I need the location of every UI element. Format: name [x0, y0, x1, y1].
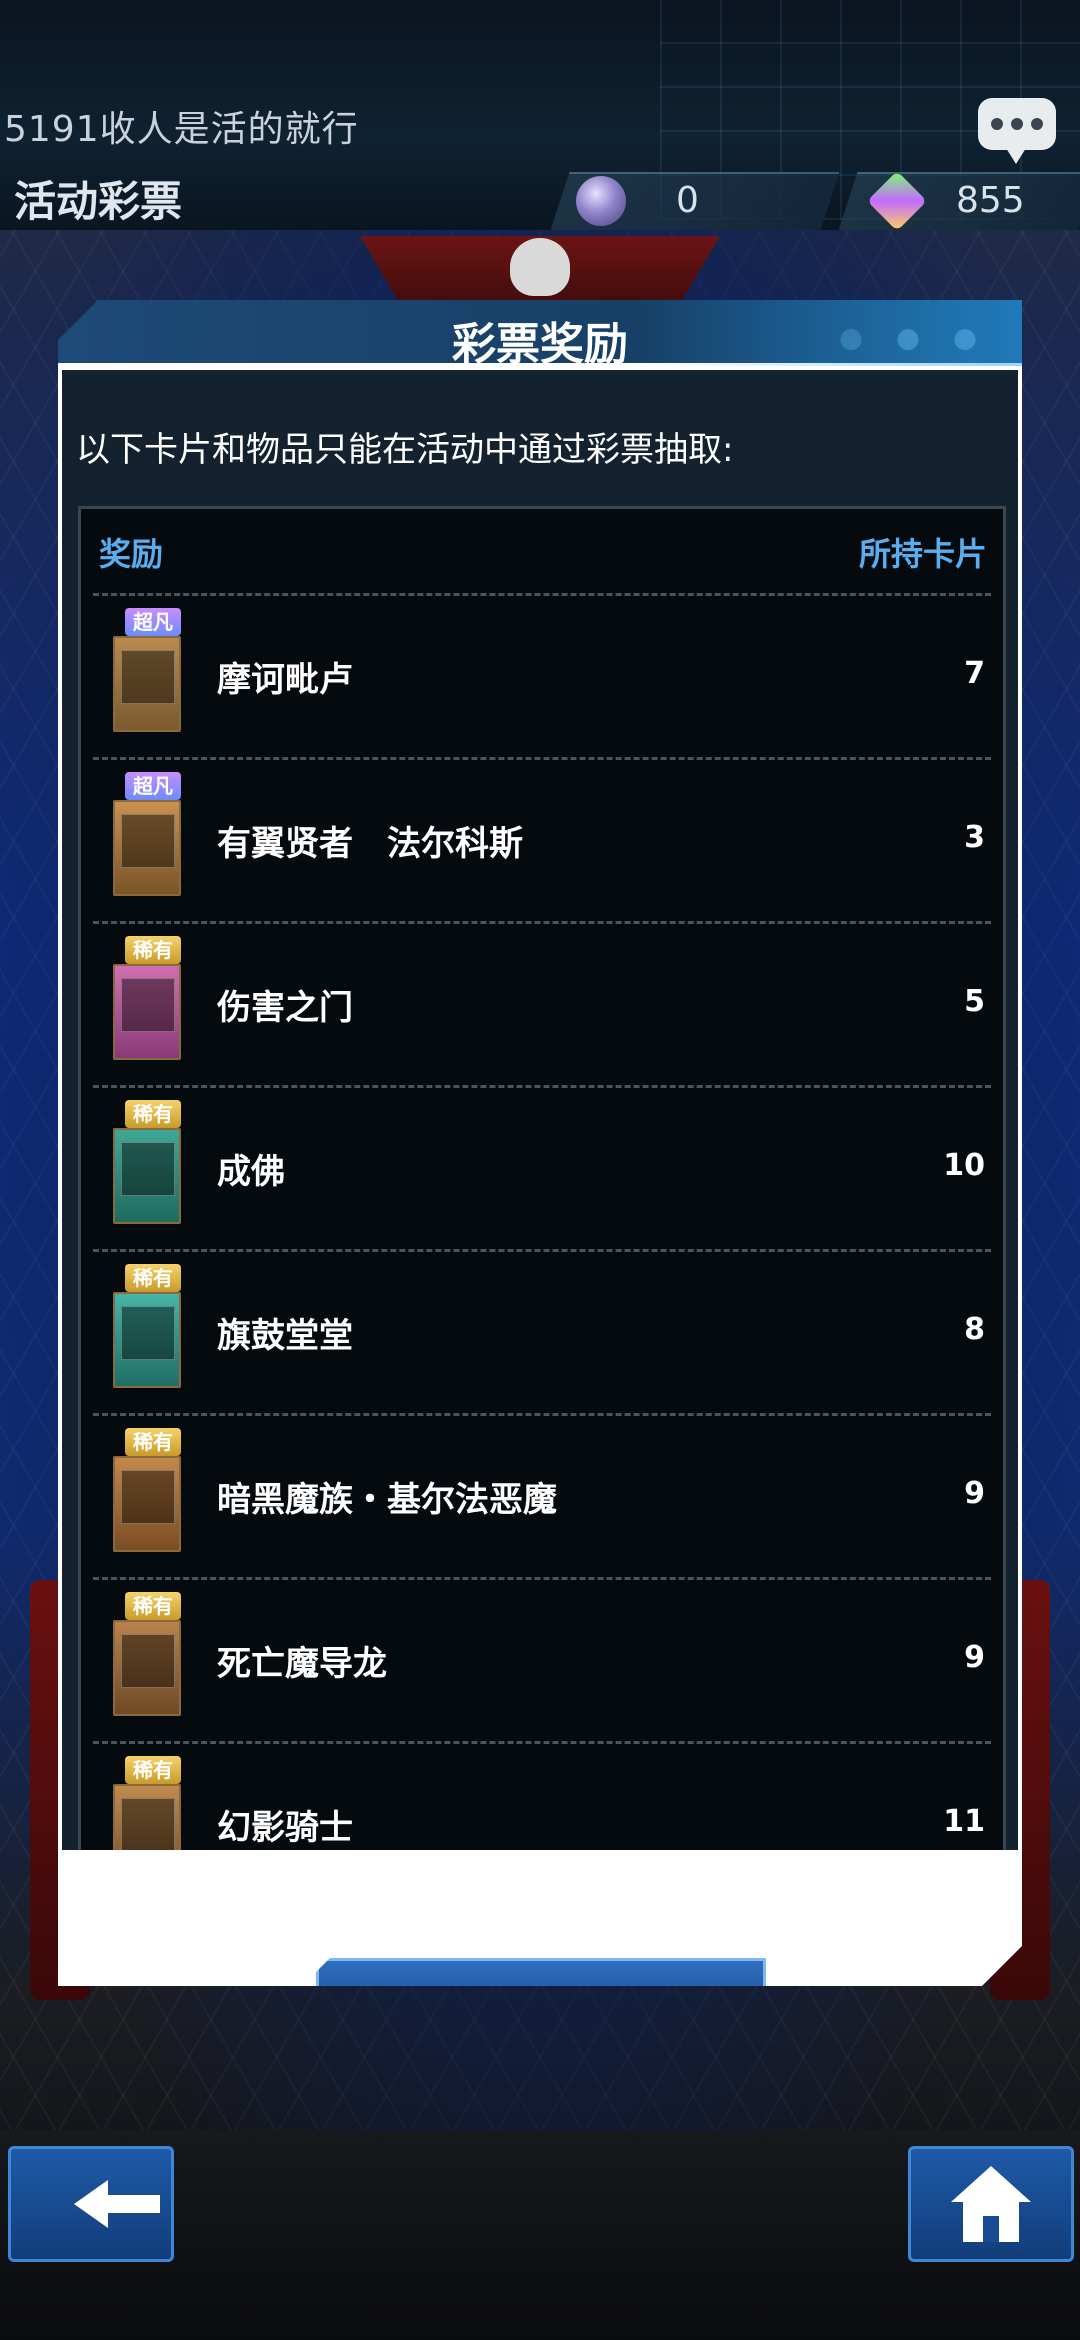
lottery-rewards-dialog: 彩票奖励 以下卡片和物品只能在活动中通过彩票抽取: 奖励 所持卡片 超凡 摩诃毗… [58, 300, 1022, 2050]
card-name: 成佛 [217, 1152, 285, 1192]
card-name: 死亡魔导龙 [217, 1644, 387, 1684]
card-thumbnail[interactable] [113, 964, 181, 1060]
orb-icon [576, 176, 626, 226]
card-name: 有翼贤者 法尔科斯 [217, 824, 523, 864]
list-item[interactable]: 稀有 暗黑魔族・基尔法恶魔 9 [93, 1413, 991, 1577]
owned-count: 7 [964, 656, 985, 691]
list-item[interactable]: 超凡 有翼贤者 法尔科斯 3 [93, 757, 991, 921]
list-item[interactable]: 稀有 幻影骑士 11 [93, 1741, 991, 1850]
home-icon [951, 2166, 1031, 2242]
reward-list[interactable]: 奖励 所持卡片 超凡 摩诃毗卢 7 超凡 有翼贤者 法尔科斯 3 稀有 伤害之门… [78, 506, 1006, 1850]
card-name: 旗鼓堂堂 [217, 1316, 353, 1356]
card-thumbnail[interactable] [113, 1620, 181, 1716]
owned-count: 5 [964, 984, 985, 1019]
card-thumbnail[interactable] [113, 1292, 181, 1388]
dialog-body: 以下卡片和物品只能在活动中通过彩票抽取: 奖励 所持卡片 超凡 摩诃毗卢 7 超… [58, 366, 1022, 1986]
list-item[interactable]: 超凡 摩诃毗卢 7 [93, 593, 991, 757]
username: 5191收人是活的就行 [4, 109, 359, 150]
back-arrow-icon [74, 2180, 160, 2228]
card-name: 伤害之门 [217, 988, 353, 1028]
card-thumbnail[interactable] [113, 1784, 181, 1850]
list-item[interactable]: 稀有 成佛 10 [93, 1085, 991, 1249]
card-name: 幻影骑士 [217, 1808, 353, 1848]
dialog-intro-text: 以下卡片和物品只能在活动中通过彩票抽取: [76, 430, 734, 470]
orb-count: 0 [676, 180, 699, 221]
rarity-badge: 稀有 [125, 1428, 181, 1456]
owned-count: 9 [964, 1476, 985, 1511]
dialog-title: 彩票奖励 [452, 319, 628, 370]
rarity-badge: 稀有 [125, 1592, 181, 1620]
chat-bubble-icon[interactable] [978, 98, 1056, 164]
card-thumbnail[interactable] [113, 636, 181, 732]
owned-count: 8 [964, 1312, 985, 1347]
card-name: 摩诃毗卢 [217, 660, 353, 700]
home-button[interactable] [908, 2146, 1074, 2262]
card-thumbnail[interactable] [113, 1456, 181, 1552]
card-name: 暗黑魔族・基尔法恶魔 [217, 1480, 557, 1520]
rarity-badge: 超凡 [125, 772, 181, 800]
list-item[interactable]: 稀有 死亡魔导龙 9 [93, 1577, 991, 1741]
column-header-reward: 奖励 [99, 535, 164, 573]
owned-count: 10 [943, 1148, 985, 1183]
card-thumbnail[interactable] [113, 1128, 181, 1224]
list-item[interactable]: 稀有 旗鼓堂堂 8 [93, 1249, 991, 1413]
rarity-badge: 稀有 [125, 1264, 181, 1292]
reward-rows: 超凡 摩诃毗卢 7 超凡 有翼贤者 法尔科斯 3 稀有 伤害之门 5 稀有 成佛… [93, 593, 991, 1850]
page-title: 活动彩票 [14, 177, 183, 226]
gem-count: 855 [956, 180, 1025, 221]
owned-count: 11 [943, 1804, 985, 1839]
rarity-badge: 超凡 [125, 608, 181, 636]
card-thumbnail[interactable] [113, 800, 181, 896]
rarity-badge: 稀有 [125, 1756, 181, 1784]
owned-count: 3 [964, 820, 985, 855]
column-header-owned: 所持卡片 [858, 535, 987, 573]
top-header: 5191收人是活的就行 活动彩票 0 855 [0, 0, 1080, 232]
back-button[interactable] [8, 2146, 174, 2262]
close-button[interactable]: 关闭 [316, 1958, 766, 2072]
dialog-content: 以下卡片和物品只能在活动中通过彩票抽取: 奖励 所持卡片 超凡 摩诃毗卢 7 超… [62, 370, 1018, 1850]
skull-icon [510, 238, 570, 296]
owned-count: 9 [964, 1640, 985, 1675]
rarity-badge: 稀有 [125, 1100, 181, 1128]
rarity-badge: 稀有 [125, 936, 181, 964]
list-item[interactable]: 稀有 伤害之门 5 [93, 921, 991, 1085]
